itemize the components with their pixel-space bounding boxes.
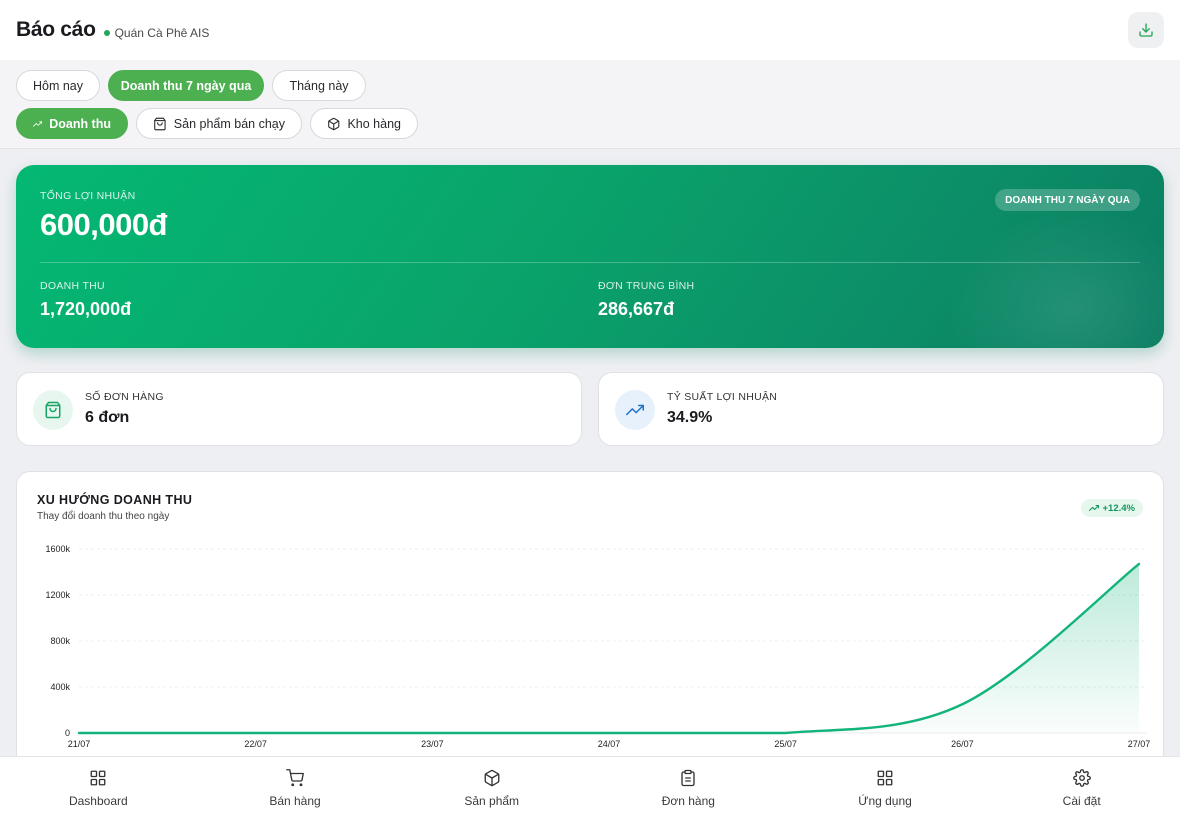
revenue-area (79, 563, 1139, 733)
period-badge: DOANH THU 7 NGÀY QUA (995, 189, 1140, 211)
trending-up-icon (33, 120, 43, 127)
profit-value: 600,000đ (40, 207, 168, 242)
tab-revenue[interactable]: Doanh thu (16, 108, 128, 139)
package-icon (328, 117, 340, 130)
revenue-chart: 0 400k 800k 1200k 1600k 21/07 22/07 23/07 24/07 2… (45, 544, 1151, 749)
shopping-bag-icon (154, 117, 166, 130)
x-tick-label: 27/07 (1128, 739, 1151, 749)
orders-stat-card: Số đơn hàng 6 đơn (16, 372, 582, 446)
nav-products-label: Sản phẩm (464, 794, 520, 808)
grid-icon (90, 770, 106, 786)
tab-inventory-label: Kho hàng (347, 116, 401, 131)
profit-summary-card: Tổng lợi nhuận 600,000đ DOANH THU 7 NGÀY… (16, 165, 1164, 348)
nav-settings-label: Cài đặt (1062, 794, 1101, 808)
app-header: Báo cáo Quán Cà Phê AIS (0, 0, 1180, 60)
orders-label: Số đơn hàng (85, 391, 164, 403)
tab-best-sellers-label: Sản phẩm bán chạy (173, 116, 285, 131)
y-tick-label: 400k (50, 682, 70, 692)
nav-sales[interactable]: Bán hàng (197, 757, 394, 820)
nav-apps[interactable]: Ứng dụng (787, 757, 984, 820)
y-tick-label: 1600k (45, 544, 70, 554)
store-name: Quán Cà Phê AIS (114, 25, 210, 40)
y-tick-label: 1200k (45, 590, 70, 600)
nav-orders-label: Đơn hàng (661, 794, 715, 808)
x-tick-label: 25/07 (774, 739, 797, 749)
store-status-dot (103, 29, 110, 36)
shopping-bag-icon (45, 401, 61, 419)
bottom-nav: Dashboard Bán hàng Sản phẩm Đơn hàng Ứng… (0, 756, 1180, 820)
revenue-label: Doanh thu (40, 280, 105, 292)
download-icon (1139, 23, 1153, 37)
profit-label: Tổng lợi nhuận (40, 190, 136, 202)
x-tick-label: 23/07 (421, 739, 444, 749)
margin-value: 34.9% (667, 409, 713, 426)
store-indicator: Quán Cà Phê AIS (103, 25, 210, 40)
box-icon (484, 769, 500, 787)
y-tick-label: 0 (65, 728, 70, 738)
x-tick-label: 26/07 (951, 739, 974, 749)
cart-icon (286, 769, 304, 787)
period-selector: Hôm nay Doanh thu 7 ngày qua Tháng này (16, 70, 366, 101)
orders-value: 6 đơn (85, 409, 130, 426)
page-title: Báo cáo (16, 18, 96, 41)
nav-sales-label: Bán hàng (269, 794, 321, 808)
trending-up-icon (626, 404, 644, 416)
nav-settings[interactable]: Cài đặt (983, 757, 1180, 820)
x-tick-label: 22/07 (244, 739, 267, 749)
nav-dashboard-label: Dashboard (68, 794, 128, 808)
revenue-value: 1,720,000đ (40, 299, 132, 319)
margin-label: Tỷ suất lợi nhuận (667, 391, 778, 403)
nav-orders[interactable]: Đơn hàng (590, 757, 787, 820)
clipboard-icon (681, 769, 696, 787)
revenue-trend-card: Xu hướng doanh thu Thay đổi doanh thu th… (16, 471, 1164, 771)
period-today-pill[interactable]: Hôm nay (16, 70, 100, 101)
orders-icon-wrap (33, 390, 73, 430)
apps-icon (877, 770, 893, 786)
period-7days-pill[interactable]: Doanh thu 7 ngày qua (108, 70, 264, 101)
period-month-pill[interactable]: Tháng này (272, 70, 366, 101)
margin-icon-wrap (615, 390, 655, 430)
tab-revenue-label: Doanh thu (49, 116, 111, 131)
avg-order-label: Đơn trung bình (598, 280, 695, 292)
x-tick-label: 24/07 (598, 739, 621, 749)
y-tick-label: 800k (50, 636, 70, 646)
tab-best-sellers[interactable]: Sản phẩm bán chạy (136, 108, 302, 139)
filter-bar: Hôm nay Doanh thu 7 ngày qua Tháng này D… (0, 60, 1180, 149)
hero-glow (944, 208, 1164, 348)
report-tabs: Doanh thu Sản phẩm bán chạy Kho hàng (16, 108, 418, 139)
tab-inventory[interactable]: Kho hàng (310, 108, 418, 139)
margin-stat-card: Tỷ suất lợi nhuận 34.9% (598, 372, 1164, 446)
download-button[interactable] (1128, 12, 1164, 48)
nav-apps-label: Ứng dụng (858, 794, 912, 808)
avg-order-value: 286,667đ (598, 299, 675, 319)
hero-divider (40, 262, 1140, 263)
settings-icon (1072, 769, 1091, 787)
nav-dashboard[interactable]: Dashboard (0, 757, 197, 820)
nav-products[interactable]: Sản phẩm (393, 757, 590, 820)
x-tick-label: 21/07 (68, 739, 91, 749)
